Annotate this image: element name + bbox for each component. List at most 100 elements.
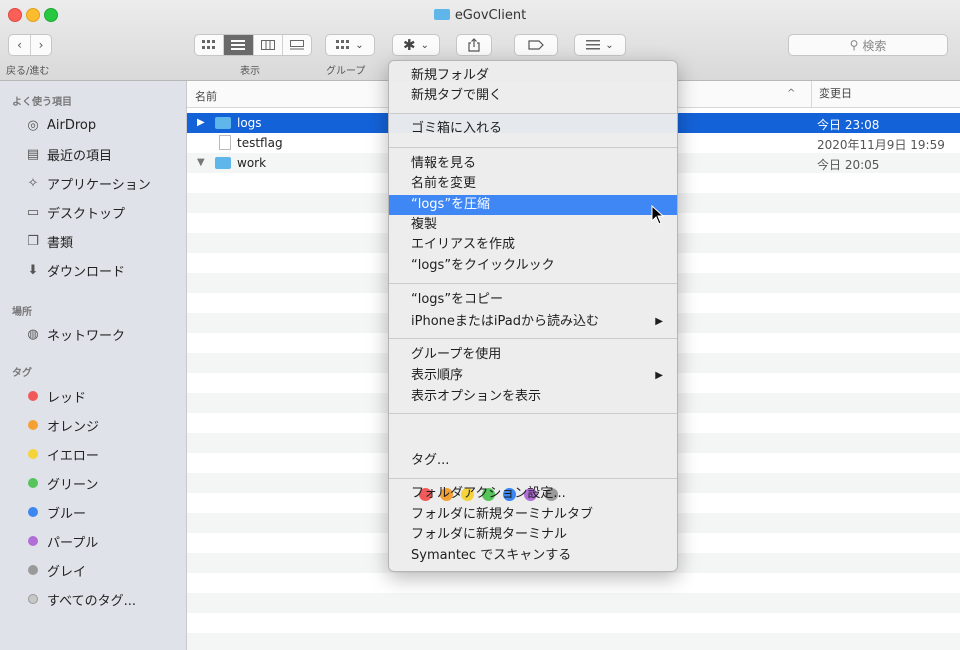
- file-name: logs: [237, 116, 262, 130]
- sidebar-item-tag-orange[interactable]: オレンジ: [25, 414, 99, 436]
- menu-separator: [389, 478, 677, 479]
- sidebar-section-favorites: よく使う項目: [12, 97, 72, 108]
- sidebar-item-label: ブルー: [47, 506, 87, 522]
- menu-item-sort-by[interactable]: 表示順序 ▶: [389, 366, 677, 386]
- desktop-icon: ▭: [26, 204, 40, 220]
- sidebar-item-tag-purple[interactable]: パープル: [25, 530, 98, 552]
- search-icon: ⚲: [849, 38, 859, 52]
- menu-separator: [389, 413, 677, 414]
- menu-item-get-info[interactable]: 情報を見る: [389, 154, 677, 174]
- file-name: testflag: [237, 136, 283, 150]
- sidebar-item-label: グリーン: [47, 477, 99, 493]
- file-modified-date: 2020年11月9日 19:59: [817, 138, 945, 152]
- menu-item-quick-look[interactable]: “logs”をクイックルック: [389, 256, 677, 276]
- back-forward-label: 戻る/進む: [6, 66, 50, 77]
- sidebar-item-tag-gray[interactable]: グレイ: [25, 559, 86, 581]
- menu-item-copy[interactable]: “logs”をコピー: [389, 290, 677, 310]
- orange-tag-dot-icon: [28, 420, 38, 430]
- finder-window: eGovClient ‹ › 戻る/進む 表示 ⌄ グループ ✱ ⌄ ⌄ ⚲ 検…: [0, 0, 960, 650]
- purple-tag-dot-icon: [28, 536, 38, 546]
- submenu-arrow-icon: ▶: [655, 370, 663, 381]
- menu-item-new-folder[interactable]: 新規フォルダ: [389, 66, 677, 86]
- menu-item-compress[interactable]: “logs”を圧縮: [389, 195, 677, 215]
- gallery-view-button[interactable]: [283, 35, 311, 55]
- sort-ascending-icon: ^: [787, 88, 796, 99]
- network-icon: ◍: [27, 326, 39, 342]
- all-tags-icon: [28, 594, 38, 604]
- menu-item-use-groups[interactable]: グループを使用: [389, 345, 677, 365]
- file-modified-date: 今日 23:08: [817, 118, 880, 132]
- menu-separator: [389, 283, 677, 284]
- search-field[interactable]: ⚲ 検索: [788, 34, 948, 56]
- menu-item-duplicate[interactable]: 複製: [389, 215, 677, 235]
- sidebar-item-recents[interactable]: ▤ 最近の項目: [25, 143, 112, 165]
- gallery-icon: [289, 40, 304, 50]
- sidebar-item-label: イエロー: [47, 448, 99, 464]
- disclosure-triangle-icon[interactable]: ▼: [197, 157, 205, 168]
- arrange-icon: [586, 40, 601, 50]
- menu-item-folder-actions-setup[interactable]: フォルダアクション設定...: [389, 484, 677, 504]
- mouse-pointer-icon: [651, 205, 665, 225]
- sidebar-section-tags: タグ: [12, 368, 32, 379]
- sidebar-item-documents[interactable]: ❐ 書類: [25, 230, 73, 252]
- sidebar-item-tag-blue[interactable]: ブルー: [25, 501, 86, 523]
- forward-button[interactable]: ›: [31, 35, 51, 55]
- sidebar-item-label: 書類: [47, 235, 74, 251]
- icon-view-button[interactable]: [195, 35, 225, 55]
- window-title-text: eGovClient: [454, 8, 527, 23]
- sidebar-item-label: AirDrop: [47, 117, 97, 133]
- column-view-button[interactable]: [254, 35, 283, 55]
- sidebar-item-desktop[interactable]: ▭ デスクトップ: [25, 201, 125, 223]
- recents-icon: ▤: [26, 146, 40, 162]
- sidebar-item-applications[interactable]: ✧ アプリケーション: [25, 172, 151, 194]
- menu-item-import-from-iphone[interactable]: iPhoneまたはiPadから読み込む ▶: [389, 312, 677, 332]
- menu-item-open-in-new-tab[interactable]: 新規タブで開く: [389, 86, 677, 106]
- menu-item-rename[interactable]: 名前を変更: [389, 174, 677, 194]
- column-header-name[interactable]: 名前: [195, 88, 217, 104]
- menu-item-move-to-trash[interactable]: ゴミ箱に入れる: [389, 119, 677, 139]
- empty-row: [187, 633, 960, 650]
- sidebar-item-tag-red[interactable]: レッド: [25, 385, 86, 407]
- sidebar-item-downloads[interactable]: ⬇ ダウンロード: [25, 259, 125, 281]
- menu-item-new-terminal[interactable]: フォルダに新規ターミナル: [389, 525, 677, 545]
- green-tag-dot-icon: [28, 478, 38, 488]
- menu-item-new-terminal-tab[interactable]: フォルダに新規ターミナルタブ: [389, 505, 677, 525]
- group-button[interactable]: ⌄: [325, 34, 375, 56]
- columns-icon: [260, 40, 275, 50]
- tag-button[interactable]: [514, 34, 558, 56]
- sidebar-item-tag-yellow[interactable]: イエロー: [25, 443, 99, 465]
- menu-item-label: iPhoneまたはiPadから読み込む: [411, 314, 599, 329]
- gray-tag-dot-icon: [28, 565, 38, 575]
- list-view-button[interactable]: [224, 35, 254, 55]
- sidebar-item-airdrop[interactable]: ◎ AirDrop: [25, 114, 96, 136]
- action-button[interactable]: ✱ ⌄: [392, 34, 440, 56]
- menu-item-symantec-scan[interactable]: Symantec でスキャンする: [389, 546, 677, 566]
- downloads-icon: ⬇: [27, 262, 39, 278]
- sidebar-item-label: オレンジ: [47, 419, 100, 435]
- share-icon: [468, 38, 480, 52]
- menu-item-tags[interactable]: タグ...: [389, 451, 677, 471]
- search-placeholder: 検索: [862, 38, 887, 53]
- submenu-arrow-icon: ▶: [655, 316, 663, 327]
- arrange-button[interactable]: ⌄: [574, 34, 626, 56]
- folder-icon: [215, 117, 231, 129]
- sidebar-item-tag-green[interactable]: グリーン: [25, 472, 98, 494]
- column-header-modified[interactable]: 変更日: [811, 81, 852, 107]
- sidebar-item-all-tags[interactable]: すべてのタグ...: [25, 588, 136, 610]
- menu-separator: [389, 147, 677, 148]
- menu-item-make-alias[interactable]: エイリアスを作成: [389, 235, 677, 255]
- sidebar-item-label: グレイ: [47, 564, 87, 580]
- folder-icon: [215, 157, 231, 169]
- documents-icon: ❐: [27, 233, 39, 249]
- sidebar-item-network[interactable]: ◍ ネットワーク: [25, 323, 125, 345]
- document-icon: [219, 135, 231, 150]
- menu-item-show-view-options[interactable]: 表示オプションを表示: [389, 387, 677, 407]
- back-button[interactable]: ‹: [9, 35, 31, 55]
- share-button[interactable]: [456, 34, 492, 56]
- group-grid-icon: [336, 40, 350, 49]
- back-forward-control: ‹ ›: [8, 34, 52, 56]
- disclosure-triangle-icon[interactable]: ▶: [197, 117, 205, 128]
- list-icon: [231, 40, 246, 50]
- menu-item-label: 表示順序: [411, 368, 464, 383]
- airdrop-icon: ◎: [27, 117, 39, 133]
